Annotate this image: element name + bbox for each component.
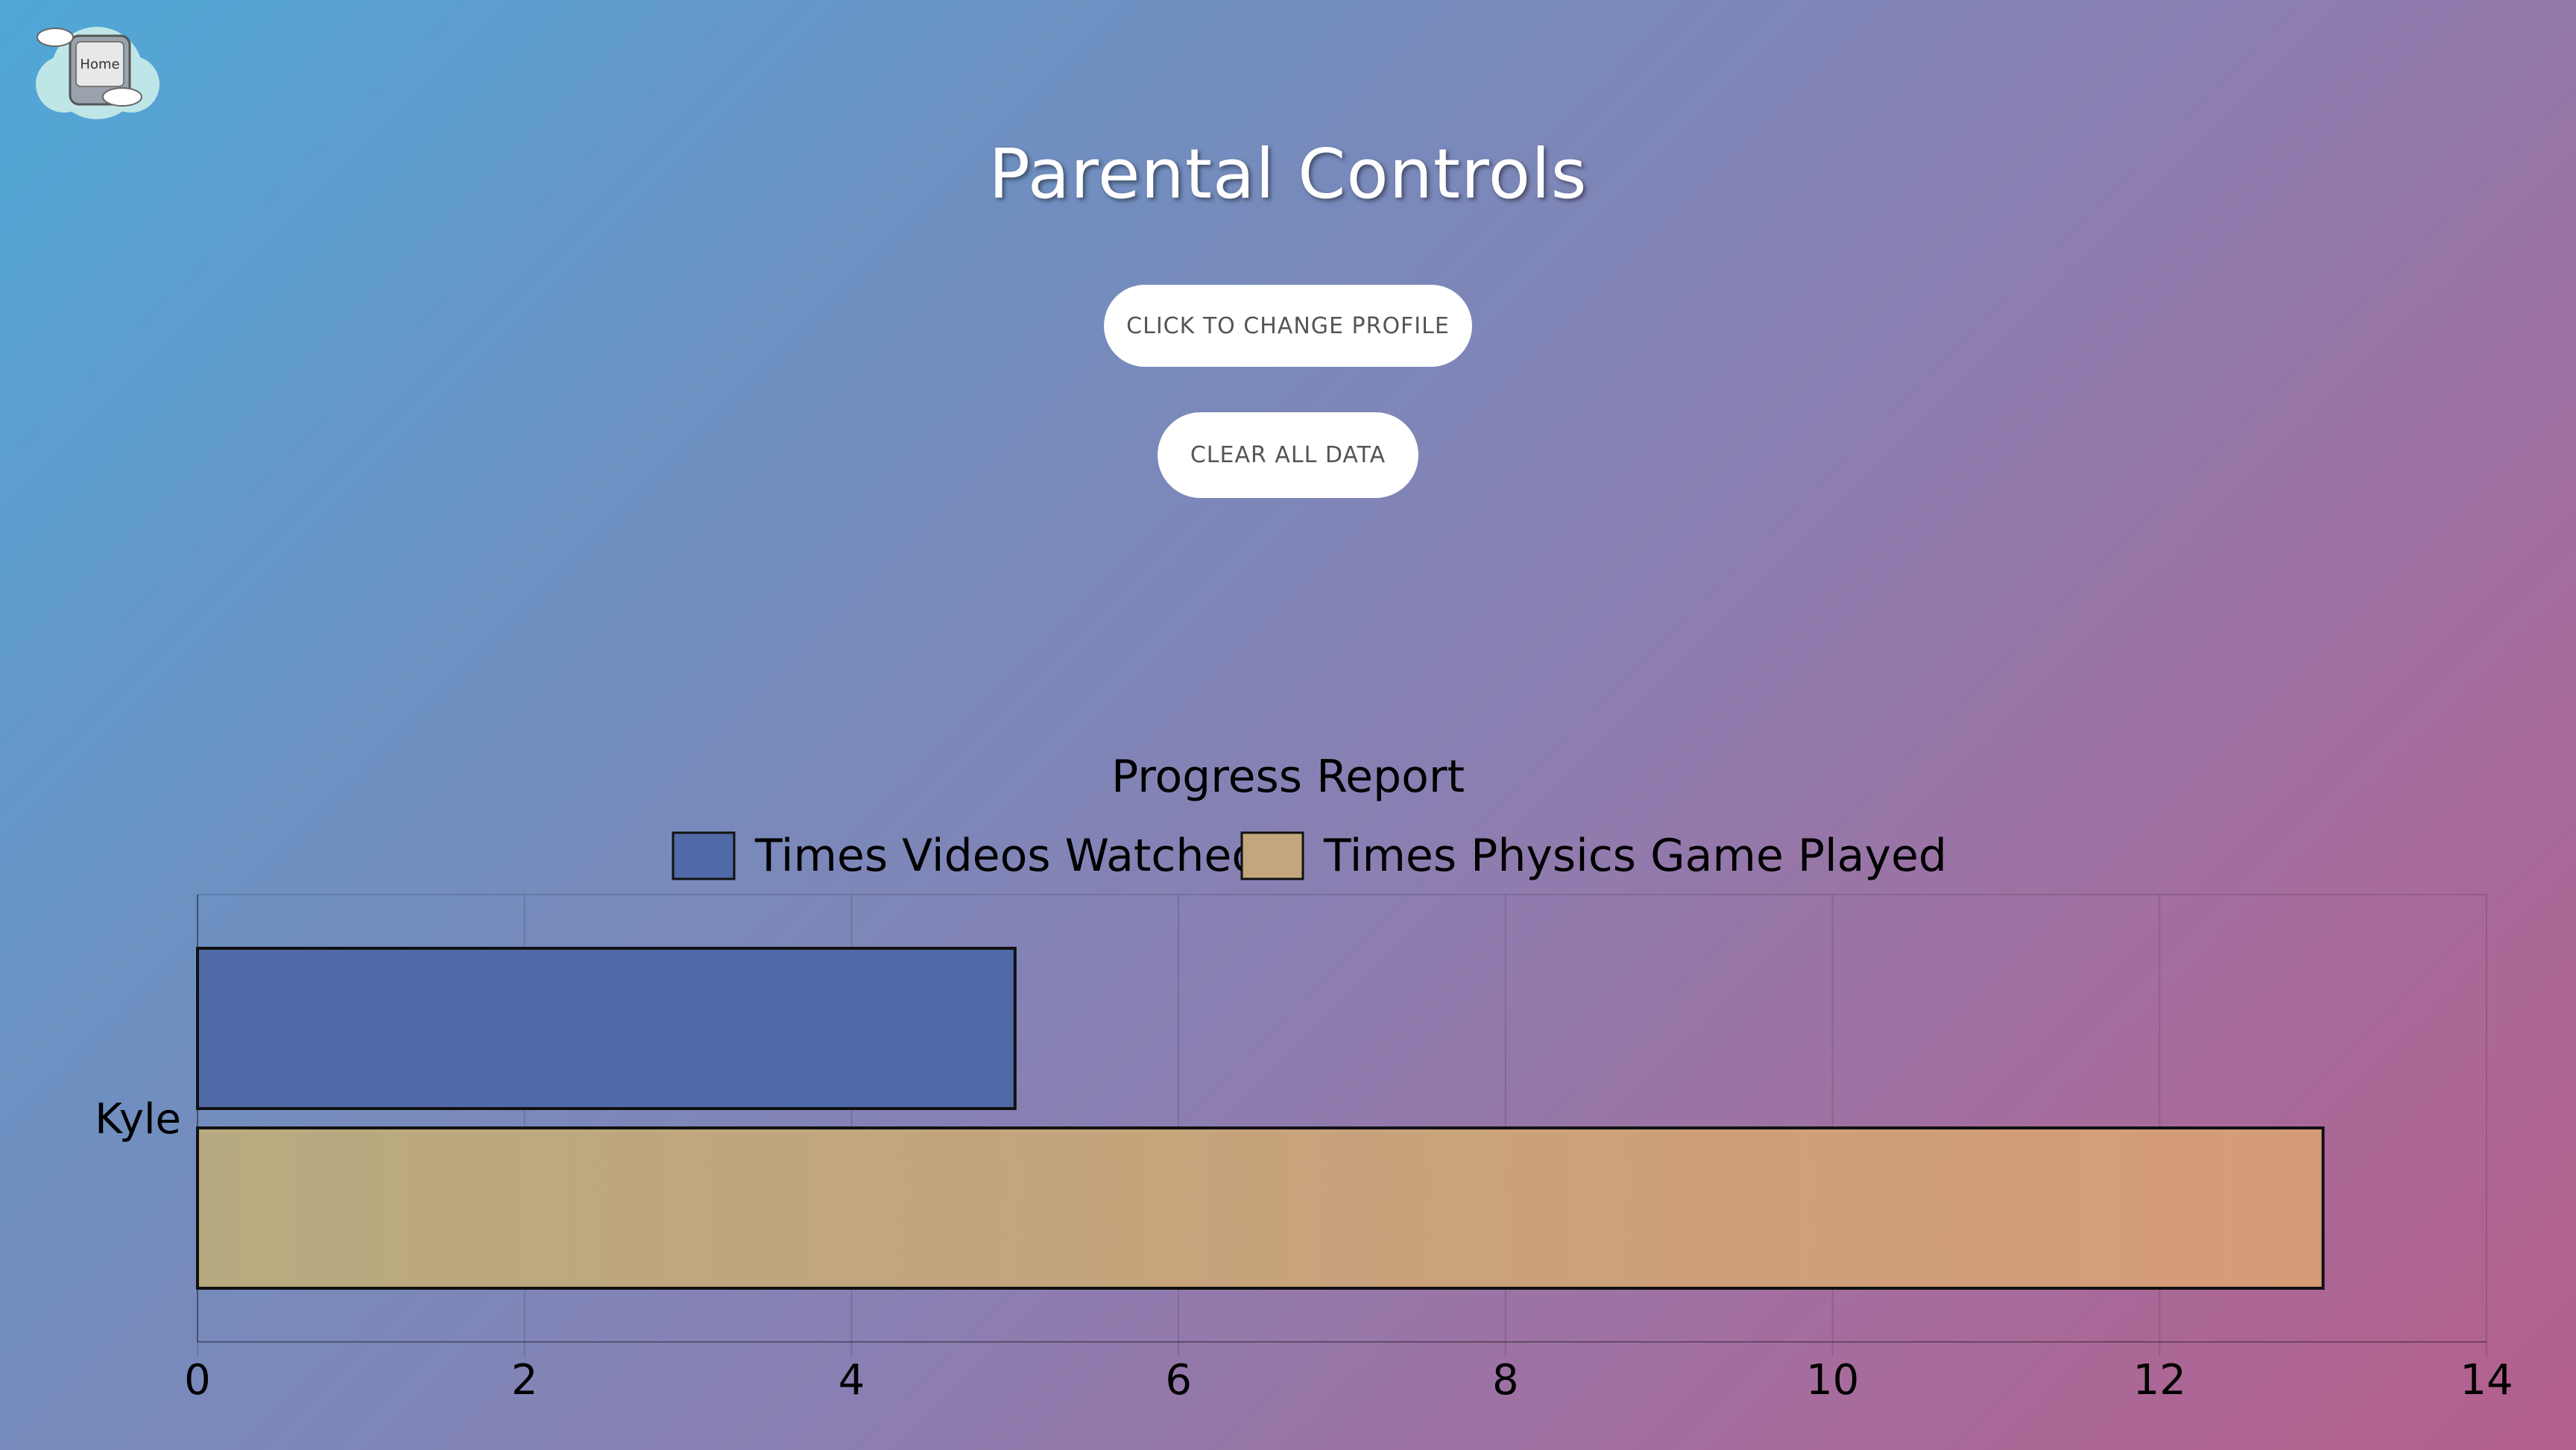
- legend-label: Times Physics Game Played: [1323, 830, 1947, 882]
- legend-swatch: [1240, 831, 1304, 880]
- chart-title: Progress Report: [1111, 751, 1465, 803]
- bar: [196, 947, 1017, 1110]
- x-tick-label: 0: [184, 1356, 211, 1405]
- x-tick-label: 2: [511, 1356, 538, 1405]
- legend-swatch: [672, 831, 736, 880]
- x-tick-label: 8: [1492, 1356, 1519, 1405]
- x-tick-label: 4: [839, 1356, 865, 1405]
- progress-report-chart: Progress Report Times Videos Watched Time…: [95, 751, 2513, 1405]
- y-category-label: Kyle: [95, 1095, 181, 1144]
- legend-label: Times Videos Watched: [754, 830, 1260, 882]
- chart-bars: [196, 947, 2325, 1290]
- x-tick-label: 12: [2133, 1356, 2186, 1405]
- x-tick-label: 10: [1806, 1356, 1859, 1405]
- chart-legend: Times Videos Watched Times Physics Game P…: [672, 830, 1947, 882]
- x-tick-label: 14: [2460, 1356, 2513, 1405]
- bar: [196, 1126, 2325, 1290]
- x-tick-label: 6: [1165, 1356, 1192, 1405]
